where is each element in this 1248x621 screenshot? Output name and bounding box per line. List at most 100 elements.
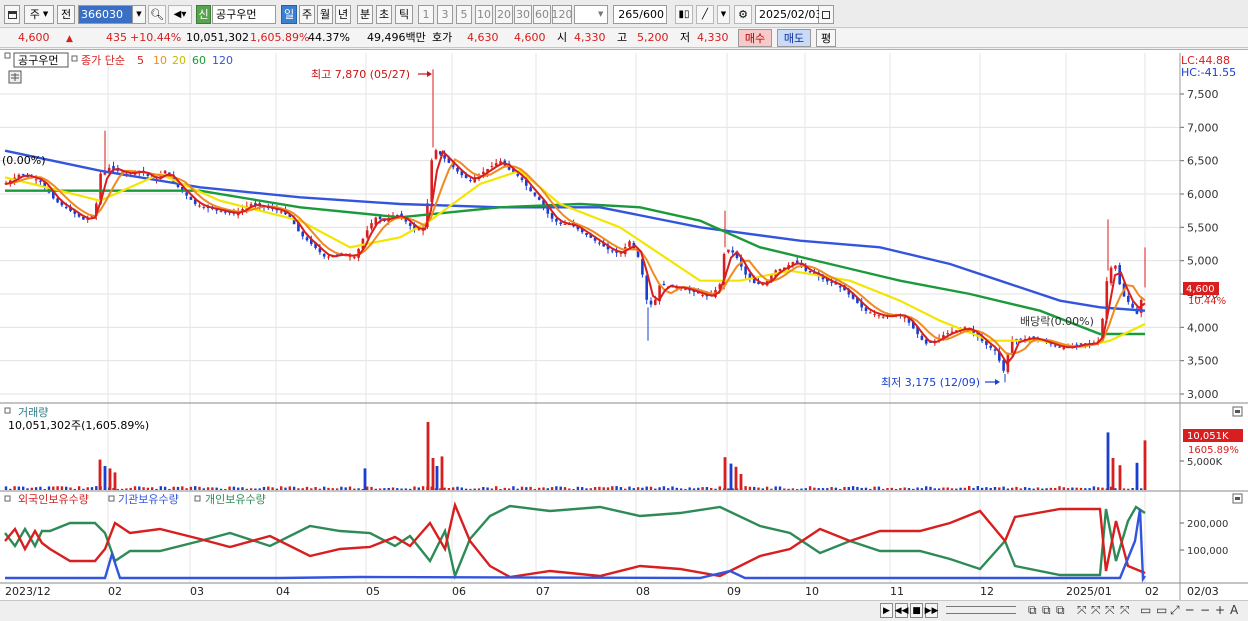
volume-bar [559, 486, 562, 490]
volume-spike-bar [103, 466, 107, 490]
interval-5[interactable]: 5 [456, 5, 472, 24]
draw-tool-dropdown[interactable]: ▼ [717, 5, 730, 24]
chart-svg[interactable]: 7,5007,0006,5006,0005,5005,0004,5004,000… [0, 50, 1248, 602]
interval-1-label: 1 [422, 8, 430, 21]
dash-icon[interactable]: − [1200, 603, 1210, 617]
volume-bar [477, 488, 481, 490]
code-input[interactable]: 366030 [78, 5, 133, 24]
crosshair-icon-2[interactable]: ⤧ [1091, 603, 1101, 618]
mode-select[interactable]: 주 ▼ [24, 5, 54, 24]
foreign-holding-legend[interactable]: 외국인보유수량 [18, 493, 89, 506]
period-second[interactable]: 초 [376, 5, 392, 24]
minus-icon[interactable]: ─ [1186, 603, 1193, 617]
candle-body [684, 289, 687, 291]
volume-bar [649, 486, 653, 490]
stop-icon[interactable]: ■ [910, 603, 923, 618]
ma10-label[interactable]: 10 [153, 54, 167, 67]
volume-bar [305, 486, 309, 490]
interval-30-label: 30 [516, 8, 530, 21]
price-tick-label: 7,000 [1187, 121, 1219, 134]
volume-bar [370, 486, 373, 490]
rewind-icon[interactable]: ◀◀ [895, 603, 908, 618]
interval-120[interactable]: 120 [552, 5, 573, 24]
plus-icon[interactable]: + [1215, 603, 1225, 617]
layout-icon-1[interactable]: ⧉ [1028, 603, 1037, 618]
calendar-button[interactable] [819, 5, 834, 24]
volume-bar [1140, 488, 1143, 490]
interval-custom-input[interactable]: ▼ [574, 5, 608, 24]
fast-forward-icon[interactable]: ▶▶ [925, 603, 938, 618]
volume-bar [641, 487, 644, 490]
volume-bar [90, 487, 94, 490]
interval-30[interactable]: 30 [514, 5, 532, 24]
interval-3-label: 3 [441, 8, 449, 21]
volume-bar [163, 486, 167, 490]
zoom-slider[interactable] [946, 606, 1016, 614]
volume-bar [761, 488, 764, 490]
search-button[interactable]: 🔍︎ [148, 5, 166, 24]
prev-label: 전 [60, 8, 72, 21]
toggle-icon-2[interactable]: ▭ [1156, 603, 1167, 617]
period-minute[interactable]: 분 [357, 5, 373, 24]
sound-button[interactable]: ◀▾ [168, 5, 192, 24]
zoom-out-icon[interactable]: ⤢ [1170, 603, 1180, 618]
period-month[interactable]: 월 [317, 5, 333, 24]
sell-button[interactable]: 매도 [777, 29, 811, 47]
scroll-right-icon[interactable]: ▶ [880, 603, 893, 618]
open-price: 4,330 [574, 31, 606, 44]
volume-spike-bar [435, 466, 439, 490]
period-day-label: 일 [283, 8, 295, 21]
candle-body [873, 313, 876, 315]
chart-area[interactable]: 7,5007,0006,5006,0005,5005,0004,5004,000… [0, 49, 1248, 621]
ma60-label[interactable]: 60 [192, 54, 206, 67]
volume-bar [215, 487, 218, 490]
ma20-label[interactable]: 20 [172, 54, 186, 67]
window-icon[interactable] [4, 5, 20, 24]
prev-button[interactable]: 전 [57, 5, 75, 24]
interval-10[interactable]: 10 [475, 5, 493, 24]
period-tick[interactable]: 틱 [395, 5, 413, 24]
interval-60[interactable]: 60 [533, 5, 551, 24]
candle-type-button[interactable]: ▮▯ [675, 5, 693, 24]
volume-bar [254, 488, 257, 490]
crosshair-icon-1[interactable]: ⤧ [1077, 603, 1087, 618]
start-pct: (0.00%) [2, 154, 46, 167]
layout-icon-3[interactable]: ⧉ [1056, 603, 1065, 618]
volume-bar [142, 487, 145, 490]
volume-bar [1122, 488, 1126, 490]
period-year[interactable]: 년 [335, 5, 351, 24]
price-tick-label: 3,000 [1187, 388, 1219, 401]
candle-body [838, 286, 842, 288]
code-dropdown[interactable]: ▼ [133, 5, 146, 24]
buy-button[interactable]: 매수 [738, 29, 772, 47]
institution-holding-legend[interactable]: 기관보유수량 [118, 493, 179, 506]
candle-body [645, 275, 648, 300]
date-input[interactable]: 2025/02/03 [755, 5, 822, 24]
volume-bar [1058, 486, 1061, 490]
crosshair-icon-3[interactable]: ⤧ [1105, 603, 1115, 618]
individual-holding-legend[interactable]: 개인보유수량 [205, 493, 266, 506]
interval-3[interactable]: 3 [437, 5, 453, 24]
volume-bar [912, 488, 915, 490]
period-second-label: 초 [378, 8, 390, 21]
toggle-icon-1[interactable]: ▭ [1140, 603, 1151, 617]
period-day[interactable]: 일 [281, 5, 297, 24]
volume-bar [159, 486, 162, 490]
eval-button[interactable]: 평 [816, 29, 836, 47]
volume-bar [30, 487, 33, 490]
interval-1[interactable]: 1 [418, 5, 434, 24]
draw-tool-button[interactable]: ╱ [696, 5, 714, 24]
font-size-icon[interactable]: A [1230, 603, 1238, 617]
crosshair-icon-4[interactable]: ⤧ [1120, 603, 1130, 618]
ma120-label[interactable]: 120 [212, 54, 233, 67]
period-week[interactable]: 주 [299, 5, 315, 24]
ma5-label[interactable]: 5 [137, 54, 144, 67]
settings-button[interactable]: ⚙ [734, 5, 752, 24]
quote-bar: 4,600 ▲ 435 +10.44% 10,051,302 1,605.89%… [0, 28, 1248, 48]
layout-icon-2[interactable]: ⧉ [1042, 603, 1051, 618]
volume-bar [619, 487, 623, 490]
count-input[interactable]: 265/600 [613, 5, 667, 24]
volume-bar [232, 486, 236, 490]
stock-name-field[interactable]: 공구우먼 [212, 5, 276, 24]
interval-20[interactable]: 20 [495, 5, 513, 24]
